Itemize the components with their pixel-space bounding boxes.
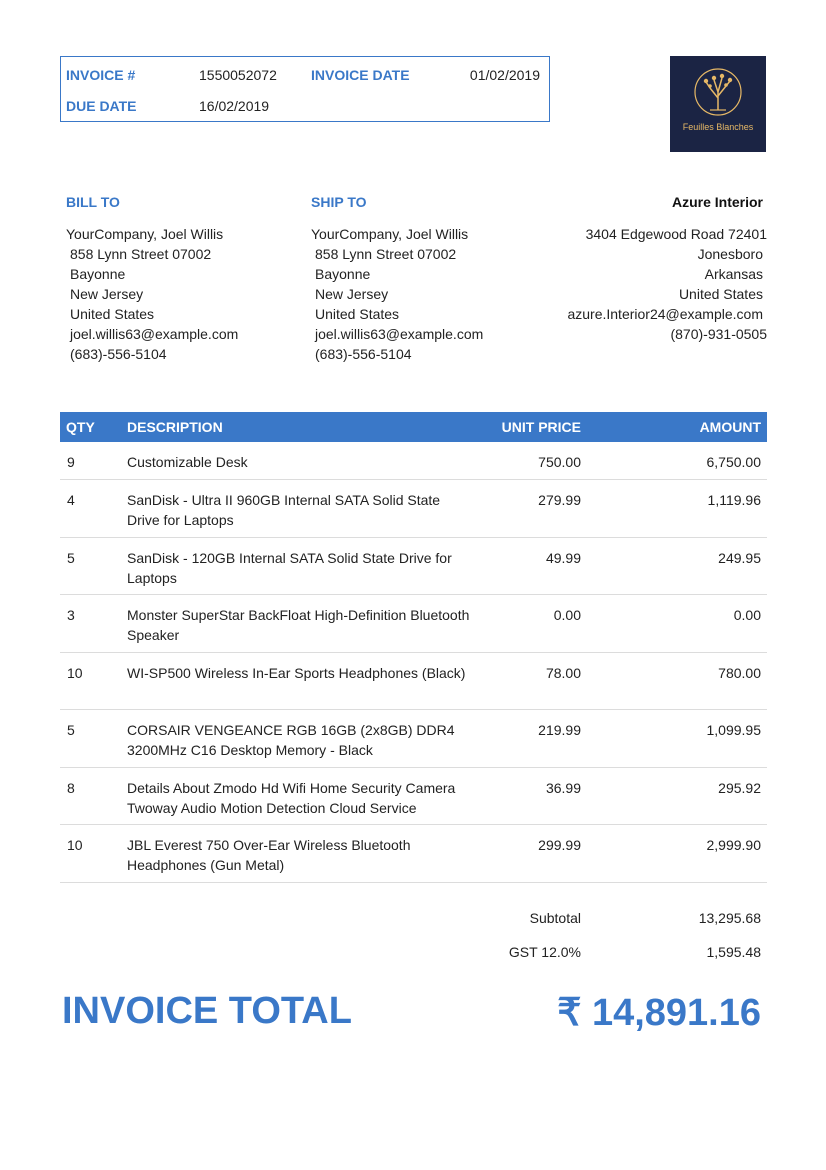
table-row: 5 CORSAIR VENGEANCE RGB 16GB (2x8GB) DDR…: [60, 710, 767, 768]
row-description: CORSAIR VENGEANCE RGB 16GB (2x8GB) DDR4 …: [127, 722, 455, 758]
tax-value: 1,595.48: [706, 944, 762, 960]
row-description: Customizable Desk: [127, 454, 248, 470]
table-row: 10 WI-SP500 Wireless In-Ear Sports Headp…: [60, 653, 767, 710]
row-amount: 1,099.95: [706, 722, 762, 738]
invoice-total-label: INVOICE TOTAL: [62, 990, 352, 1032]
row-unit-price: 0.00: [553, 607, 581, 623]
ship-to-line: United States: [315, 306, 400, 322]
ship-to-line: Bayonne: [315, 266, 371, 282]
company-line: azure.Interior24@example.com: [567, 306, 763, 322]
table-row: 8 Details About Zmodo Hd Wifi Home Secur…: [60, 768, 767, 825]
row-description: WI-SP500 Wireless In-Ear Sports Headphon…: [127, 664, 466, 681]
table-row: 9 Customizable Desk 750.00 6,750.00: [60, 442, 767, 480]
subtotal-value: 13,295.68: [698, 910, 761, 926]
ship-to-address: YourCompany, Joel Willis 858 Lynn Street…: [311, 224, 483, 364]
row-amount: 6,750.00: [706, 454, 762, 470]
table-row: 5 SanDisk - 120GB Internal SATA Solid St…: [60, 538, 767, 595]
row-unit-price: 49.99: [545, 549, 581, 566]
invoice-date: 01/02/2019: [469, 67, 540, 83]
row-qty: 9: [67, 454, 75, 470]
row-unit-price: 219.99: [538, 722, 581, 738]
row-description: Monster SuperStar BackFloat High-Definit…: [127, 607, 470, 643]
bill-to-line: New Jersey: [70, 286, 144, 302]
company-logo: Feuilles Blanches: [670, 56, 766, 152]
ship-to-label: SHIP TO: [311, 194, 367, 210]
row-amount: 0.00: [733, 607, 761, 623]
description-header: DESCRIPTION: [127, 419, 223, 435]
invoice-number-label: INVOICE #: [66, 67, 136, 83]
row-qty: 10: [67, 664, 83, 681]
company-line: Arkansas: [704, 266, 763, 282]
line-items-header: QTY DESCRIPTION UNIT PRICE AMOUNT: [60, 412, 767, 442]
tree-icon: [694, 68, 742, 116]
company-address: 3404 Edgewood Road 72401 Jonesboro Arkan…: [567, 224, 767, 344]
row-amount: 1,119.96: [707, 492, 761, 508]
row-amount: 249.95: [718, 549, 761, 566]
row-qty: 4: [67, 492, 75, 508]
row-description: Details About Zmodo Hd Wifi Home Securit…: [127, 779, 456, 816]
row-qty: 8: [67, 779, 75, 796]
company-line: (870)-931-0505: [670, 326, 767, 342]
subtotal-label: Subtotal: [529, 910, 581, 926]
qty-header: QTY: [66, 419, 95, 435]
row-description: JBL Everest 750 Over-Ear Wireless Blueto…: [127, 837, 411, 873]
table-row: 4 SanDisk - Ultra II 960GB Internal SATA…: [60, 480, 767, 538]
ship-to-line: 858 Lynn Street 07002: [315, 246, 457, 262]
row-qty: 5: [67, 722, 75, 738]
company-line: Jonesboro: [697, 246, 763, 262]
due-date: 16/02/2019: [199, 98, 270, 114]
ship-to-line: joel.willis63@example.com: [315, 326, 484, 342]
amount-header: AMOUNT: [699, 419, 761, 435]
row-unit-price: 299.99: [538, 837, 581, 853]
tax-label: GST 12.0%: [508, 944, 581, 960]
bill-to-line: (683)-556-5104: [70, 346, 167, 362]
table-row: 10 JBL Everest 750 Over-Ear Wireless Blu…: [60, 825, 767, 883]
company-name: Azure Interior: [671, 194, 763, 210]
ship-to-line: (683)-556-5104: [315, 346, 412, 362]
row-qty: 3: [67, 607, 75, 623]
row-amount: 780.00: [718, 664, 761, 681]
unit-price-header: UNIT PRICE: [501, 419, 581, 435]
invoice-date-label: INVOICE DATE: [311, 67, 410, 83]
company-line: United States: [678, 286, 763, 302]
bill-to-line: United States: [70, 306, 155, 322]
due-date-label: DUE DATE: [66, 98, 137, 114]
row-unit-price: 36.99: [545, 779, 581, 796]
ship-to-line: YourCompany, Joel Willis: [311, 226, 469, 242]
row-unit-price: 78.00: [545, 664, 581, 681]
line-items: 9 Customizable Desk 750.00 6,750.00 4 Sa…: [60, 442, 767, 883]
row-description: SanDisk - 120GB Internal SATA Solid Stat…: [127, 549, 452, 586]
bill-to-address: YourCompany, Joel Willis 858 Lynn Street…: [66, 224, 238, 364]
bill-to-line: YourCompany, Joel Willis: [66, 226, 224, 242]
row-unit-price: 279.99: [538, 492, 581, 508]
logo-text: Feuilles Blanches: [682, 122, 754, 132]
invoice-total-value: ₹ 14,891.16: [557, 992, 761, 1034]
bill-to-line: Bayonne: [70, 266, 126, 282]
row-amount: 295.92: [718, 779, 761, 796]
row-qty: 5: [67, 549, 75, 566]
bill-to-line: 858 Lynn Street 07002: [70, 246, 212, 262]
invoice-number: 1550052072: [199, 67, 277, 83]
bill-to-label: BILL TO: [66, 194, 120, 210]
bill-to-line: joel.willis63@example.com: [70, 326, 239, 342]
invoice-info-box: INVOICE # 1550052072 INVOICE DATE 01/02/…: [60, 56, 550, 122]
row-amount: 2,999.90: [706, 837, 762, 853]
ship-to-line: New Jersey: [315, 286, 389, 302]
table-row: 3 Monster SuperStar BackFloat High-Defin…: [60, 595, 767, 653]
row-qty: 10: [67, 837, 83, 853]
row-description: SanDisk - Ultra II 960GB Internal SATA S…: [127, 492, 441, 528]
row-unit-price: 750.00: [538, 454, 581, 470]
company-line: 3404 Edgewood Road 72401: [585, 226, 767, 242]
